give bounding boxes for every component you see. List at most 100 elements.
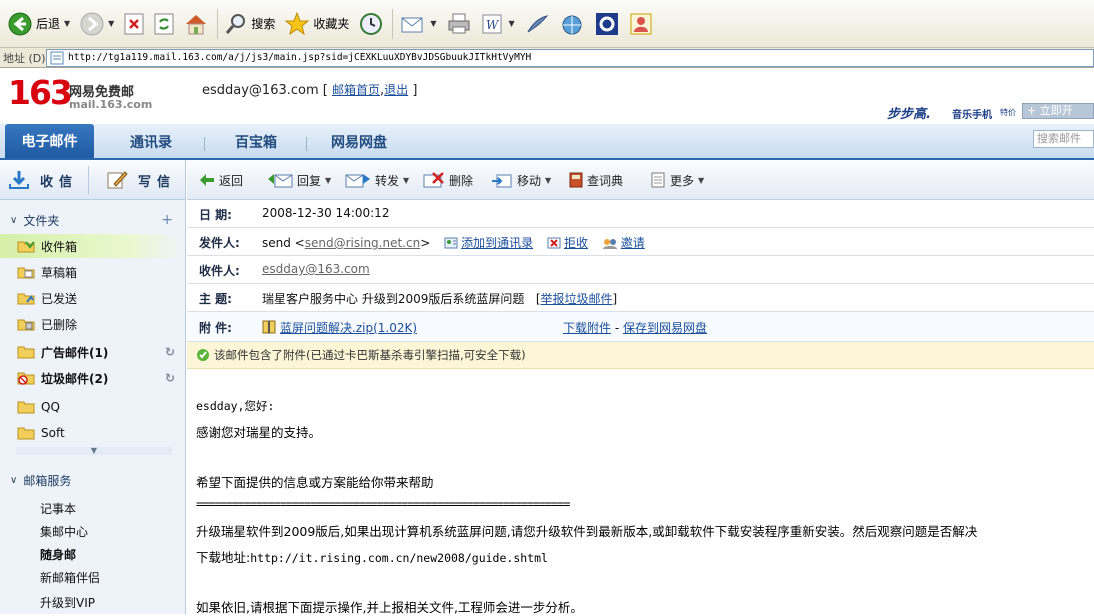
folder-inbox[interactable]: 收件箱	[0, 234, 185, 258]
search-button[interactable]: 搜索	[221, 7, 279, 41]
stop-button[interactable]	[120, 7, 148, 41]
service-mobile[interactable]: 随身邮	[40, 546, 76, 563]
delete-label: 删除	[449, 173, 474, 188]
mail-header: 163 网易免费邮 mail.163.com esdday@163.com [ …	[0, 68, 1094, 124]
svg-text:W: W	[486, 18, 500, 32]
folder-sent[interactable]: 已发送	[0, 286, 185, 310]
nav-separator	[306, 137, 307, 151]
research-button[interactable]	[591, 7, 623, 41]
mail-home-link[interactable]: 邮箱首页	[332, 83, 380, 97]
invite-link[interactable]: 邀请	[621, 236, 645, 250]
sent-folder-icon	[17, 291, 35, 305]
tab-contacts[interactable]: 通讯录	[130, 132, 172, 158]
ad-subtitle[interactable]: 音乐手机	[952, 106, 992, 121]
chevron-down-icon[interactable]: ▼	[108, 19, 114, 28]
service-companion[interactable]: 新邮箱伴侣	[40, 569, 100, 586]
service-stamps[interactable]: 集邮中心	[40, 523, 88, 540]
back-to-list-button[interactable]: 返回	[199, 171, 243, 189]
messenger-contacts-button[interactable]	[625, 7, 659, 41]
compose-bar: 收信 写信	[0, 160, 185, 200]
from-email-link[interactable]: send@rising.net.cn	[305, 236, 420, 250]
logo-domain: mail.163.com	[69, 98, 153, 111]
print-button[interactable]	[443, 7, 475, 41]
from-row: 发件人: send <send@rising.net.cn> 添加到通讯录 拒收…	[187, 228, 1094, 256]
history-button[interactable]	[355, 7, 387, 41]
chevron-down-icon[interactable]: ▼	[403, 176, 409, 185]
save-to-netdisk-link[interactable]: 保存到网易网盘	[623, 321, 707, 335]
forward-button[interactable]: ▼	[76, 7, 118, 41]
refresh-button[interactable]	[150, 7, 178, 41]
globe-icon	[559, 13, 585, 35]
reject-icon	[547, 237, 561, 252]
tab-toolbox[interactable]: 百宝箱	[235, 132, 277, 158]
delete-icon	[423, 172, 445, 188]
reply-label: 回复	[297, 173, 322, 188]
add-folder-icon[interactable]: +	[161, 212, 173, 228]
to-email-link[interactable]: esdday@163.com	[262, 262, 370, 276]
chevron-down-icon[interactable]: ▼	[325, 176, 331, 185]
ad-brand[interactable]: 步步高.	[887, 103, 931, 122]
folder-label: Soft	[41, 426, 65, 440]
services-section-head[interactable]: ∨ 邮箱服务	[0, 468, 185, 492]
folder-icon	[17, 400, 35, 414]
chevron-down-icon[interactable]: ▼	[698, 176, 704, 185]
move-button[interactable]: 移动 ▼	[491, 171, 551, 189]
attachment-actions: 下载附件 - 保存到网易网盘	[563, 319, 707, 336]
write-button[interactable]: 写信	[106, 168, 176, 192]
search-mail-input[interactable]: 搜索邮件	[1033, 130, 1094, 148]
address-label: 地址 (D)	[3, 51, 46, 65]
reject-link[interactable]: 拒收	[564, 236, 588, 250]
back-button[interactable]: 后退 ▼	[4, 7, 74, 41]
subject-row: 主 题: 瑞星客户服务中心 升级到2009版后系统蓝屏问题 [举报垃圾邮件]	[187, 284, 1094, 312]
chevron-down-icon[interactable]: ▼	[430, 19, 436, 28]
folder-spam[interactable]: 垃圾邮件(2) ↻	[0, 366, 185, 390]
edit-button[interactable]: W ▼	[477, 7, 519, 41]
attachment-link[interactable]: 蓝屏问题解决.zip(1.02K)	[280, 321, 417, 335]
reply-button[interactable]: 回复 ▼	[267, 171, 331, 189]
receive-button[interactable]: 收信	[8, 168, 78, 192]
ad-open-button[interactable]: + 立即开	[1022, 103, 1094, 119]
messenger-button[interactable]	[521, 7, 553, 41]
folder-drafts[interactable]: 草稿箱	[0, 260, 185, 284]
folder-soft[interactable]: Soft	[0, 421, 185, 445]
address-field[interactable]: http://tg1a119.mail.163.com/a/j/js3/main…	[46, 48, 1094, 67]
logout-link[interactable]: 退出	[384, 83, 408, 97]
tab-netdisk[interactable]: 网易网盘	[331, 132, 387, 158]
more-button[interactable]: 更多 ▼	[650, 171, 704, 189]
more-icon	[650, 172, 666, 188]
chevron-down-icon[interactable]: ▼	[509, 19, 515, 28]
refresh-icon[interactable]: ↻	[165, 345, 175, 359]
mail-button[interactable]: ▼	[396, 7, 440, 41]
report-spam-link[interactable]: 举报垃圾邮件	[541, 292, 613, 306]
date-label: 日 期:	[199, 208, 232, 222]
folder-deleted[interactable]: 已删除	[0, 312, 185, 336]
service-notepad[interactable]: 记事本	[40, 500, 76, 517]
forward-button[interactable]: 转发 ▼	[345, 171, 409, 189]
add-contact-link[interactable]: 添加到通讯录	[461, 236, 533, 250]
refresh-icon[interactable]: ↻	[165, 371, 175, 385]
folders-section-head[interactable]: ∨ 文件夹 +	[0, 208, 185, 232]
toolbar-separator	[217, 8, 219, 39]
translate-button[interactable]	[555, 7, 589, 41]
chevron-down-icon[interactable]: ▼	[545, 176, 551, 185]
folder-label: 广告邮件(1)	[41, 345, 109, 360]
folder-scroll-down-icon[interactable]: ▼	[16, 447, 172, 455]
delete-button[interactable]: 删除	[423, 171, 473, 189]
ad-subtitle-2[interactable]: 特价	[1000, 107, 1016, 118]
chevron-down-icon[interactable]: ▼	[64, 19, 70, 28]
mail-icon	[400, 13, 426, 35]
download-attachment-link[interactable]: 下载附件	[563, 321, 611, 335]
dictionary-button[interactable]: 查词典	[569, 171, 623, 189]
folder-qq[interactable]: QQ	[0, 395, 185, 419]
favorites-button[interactable]: 收藏夹	[281, 7, 353, 41]
download-url[interactable]: http://it.rising.com.cn/new2008/guide.sh…	[250, 551, 548, 565]
service-vip[interactable]: 升级到VIP	[40, 594, 95, 611]
body-download-line: 下载地址:http://it.rising.com.cn/new2008/gui…	[196, 547, 548, 566]
move-label: 移动	[517, 173, 542, 188]
tab-email[interactable]: 电子邮件	[5, 124, 94, 158]
user-email: esdday@163.com	[202, 83, 319, 98]
search-label: 搜索	[251, 17, 276, 31]
folder-ads[interactable]: 广告邮件(1) ↻	[0, 340, 185, 364]
home-button[interactable]	[180, 7, 212, 41]
forward-label: 转发	[375, 173, 400, 188]
